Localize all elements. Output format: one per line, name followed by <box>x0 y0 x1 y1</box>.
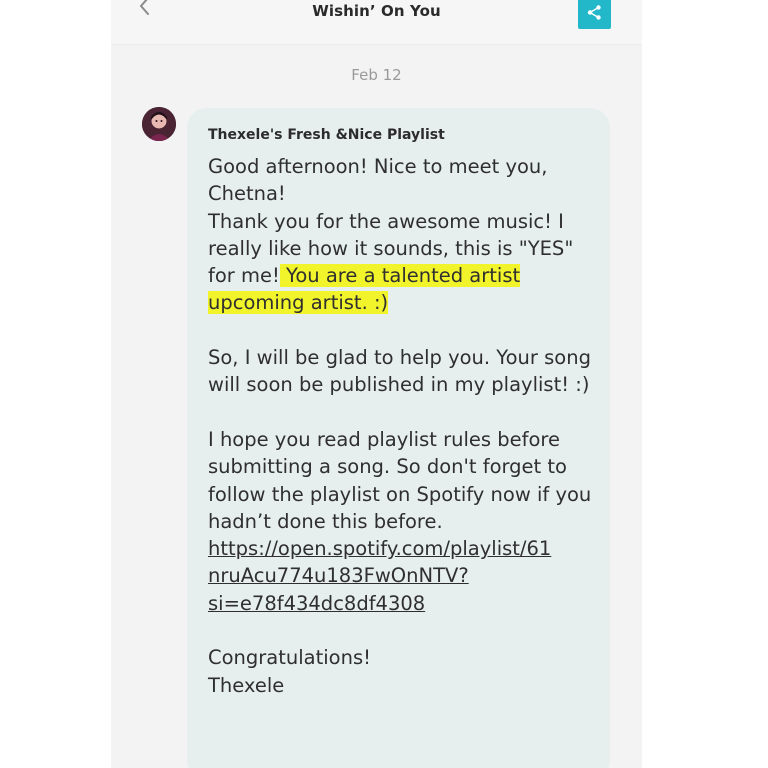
signoff-line: Thexele <box>208 673 285 697</box>
greeting-name-line: Chetna! <box>208 182 286 206</box>
page-title: Wishin’ On You <box>312 2 441 20</box>
header-bar: Wishin’ On You <box>111 0 642 45</box>
help-paragraph: So, I will be glad to help you. Your son… <box>208 346 591 397</box>
thanks-paragraph: Thank you for the awesome music! I reall… <box>208 208 603 317</box>
congrats-line: Congratulations! <box>208 646 371 670</box>
greeting-line: Good afternoon! Nice to meet you, <box>208 155 548 178</box>
share-icon <box>587 5 601 20</box>
link-line[interactable]: si=e78f434dc8df4308 <box>208 592 425 615</box>
rules-paragraph: I hope you read playlist rules before su… <box>208 427 592 533</box>
link-line[interactable]: nruAcu774u183FwOnNTV? <box>208 564 469 587</box>
message-bubble: Thexele's Fresh &Nice Playlist Good afte… <box>187 108 610 768</box>
avatar-image <box>142 107 176 141</box>
share-button[interactable] <box>578 0 611 29</box>
avatar[interactable] <box>142 107 176 141</box>
link-line[interactable]: https://open.spotify.com/playlist/61 <box>208 537 551 560</box>
date-separator: Feb 12 <box>351 66 402 84</box>
sender-name: Thexele's Fresh &Nice Playlist <box>208 127 445 143</box>
playlist-link[interactable]: https://open.spotify.com/playlist/61 nruA… <box>208 535 603 617</box>
chat-screen: Wishin’ On You Feb 12 Thexele's Fresh &N… <box>111 0 642 768</box>
message-body: Good afternoon! Nice to meet you, Chetna… <box>208 153 603 699</box>
screenshot-frame: Wishin’ On You Feb 12 Thexele's Fresh &N… <box>0 0 768 768</box>
